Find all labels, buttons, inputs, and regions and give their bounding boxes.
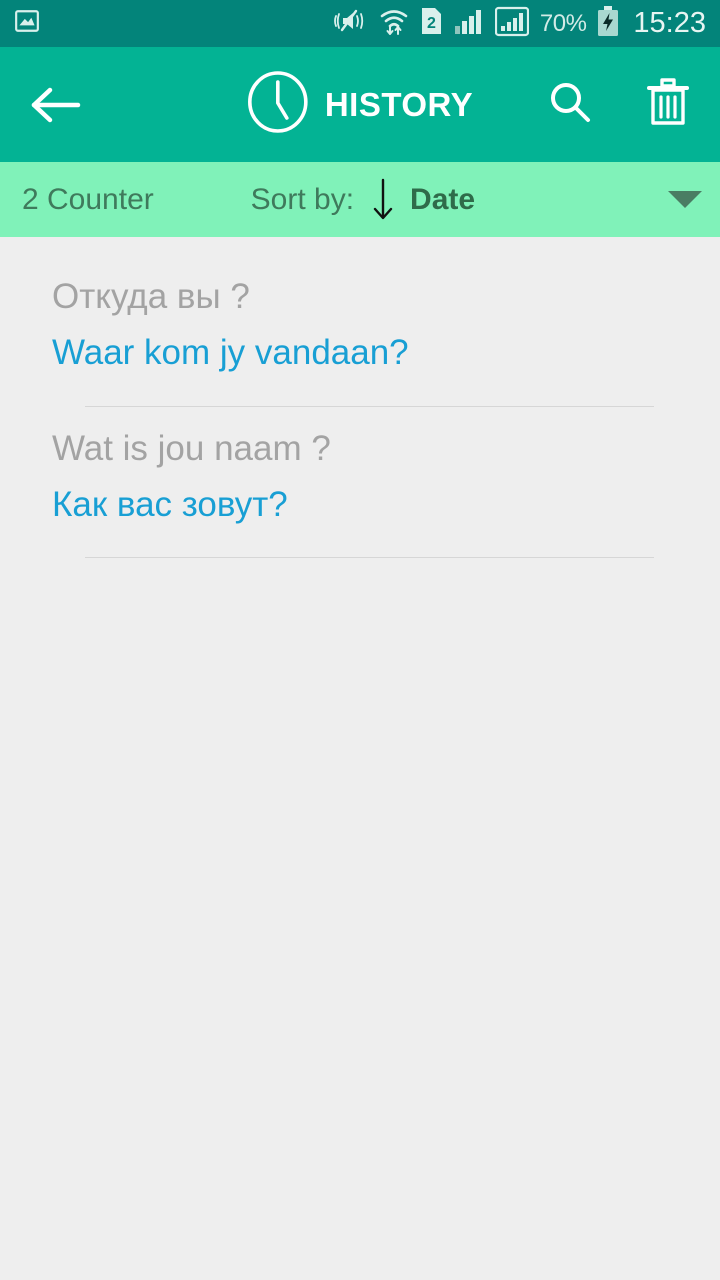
battery-percent-label: 70% — [539, 9, 587, 37]
status-bar-right: 2 70% 15:23 — [333, 5, 706, 42]
app-bar-actions — [542, 77, 696, 133]
status-bar-left — [14, 8, 40, 39]
history-item[interactable]: Откуда вы ? Waar kom jy vandaan? — [0, 255, 720, 407]
wifi-icon — [379, 7, 409, 41]
history-item-target-text: Waar kom jy vandaan? — [52, 333, 409, 373]
history-list: Откуда вы ? Waar kom jy vandaan? Wat is … — [0, 237, 720, 559]
history-item-source-text: Wat is jou naam ? — [52, 428, 331, 468]
search-icon — [547, 79, 593, 130]
search-button[interactable] — [542, 77, 598, 133]
sort-dropdown-button[interactable] — [572, 191, 702, 208]
status-bar-clock: 15:23 — [633, 7, 706, 39]
sort-control-group[interactable]: Sort by: Date — [251, 177, 475, 223]
svg-text:2: 2 — [427, 15, 436, 32]
chevron-down-icon — [668, 191, 702, 208]
status-bar: 2 70% 15:23 — [0, 0, 720, 47]
history-item[interactable]: Wat is jou naam ? Как вас зовут? — [0, 407, 720, 559]
battery-charging-icon — [597, 5, 619, 42]
screenshot-gallery-icon — [14, 8, 40, 39]
sort-by-label: Sort by: — [250, 182, 355, 216]
sim-2-icon: 2 — [420, 6, 443, 41]
history-item-source-text: Откуда вы ? — [52, 277, 250, 316]
trash-icon — [646, 76, 690, 133]
signal-sim2-icon — [494, 6, 529, 42]
history-counter-label: 2 Counter — [22, 182, 154, 216]
page-title: HISTORY — [324, 85, 474, 123]
history-item-target-text: Как вас зовут? — [52, 484, 288, 524]
app-bar: HISTORY — [0, 47, 720, 162]
signal-sim1-icon — [454, 7, 484, 40]
sort-direction-descending-icon[interactable] — [370, 177, 396, 223]
app-bar-title-group: HISTORY — [247, 70, 473, 139]
clock-icon — [247, 70, 309, 139]
delete-all-button[interactable] — [640, 77, 696, 133]
sort-bar: 2 Counter Sort by: Date — [0, 162, 720, 237]
list-divider — [85, 557, 654, 559]
sort-value-label: Date — [410, 182, 476, 216]
back-button[interactable] — [24, 74, 86, 136]
vibrate-mute-icon — [333, 7, 368, 40]
